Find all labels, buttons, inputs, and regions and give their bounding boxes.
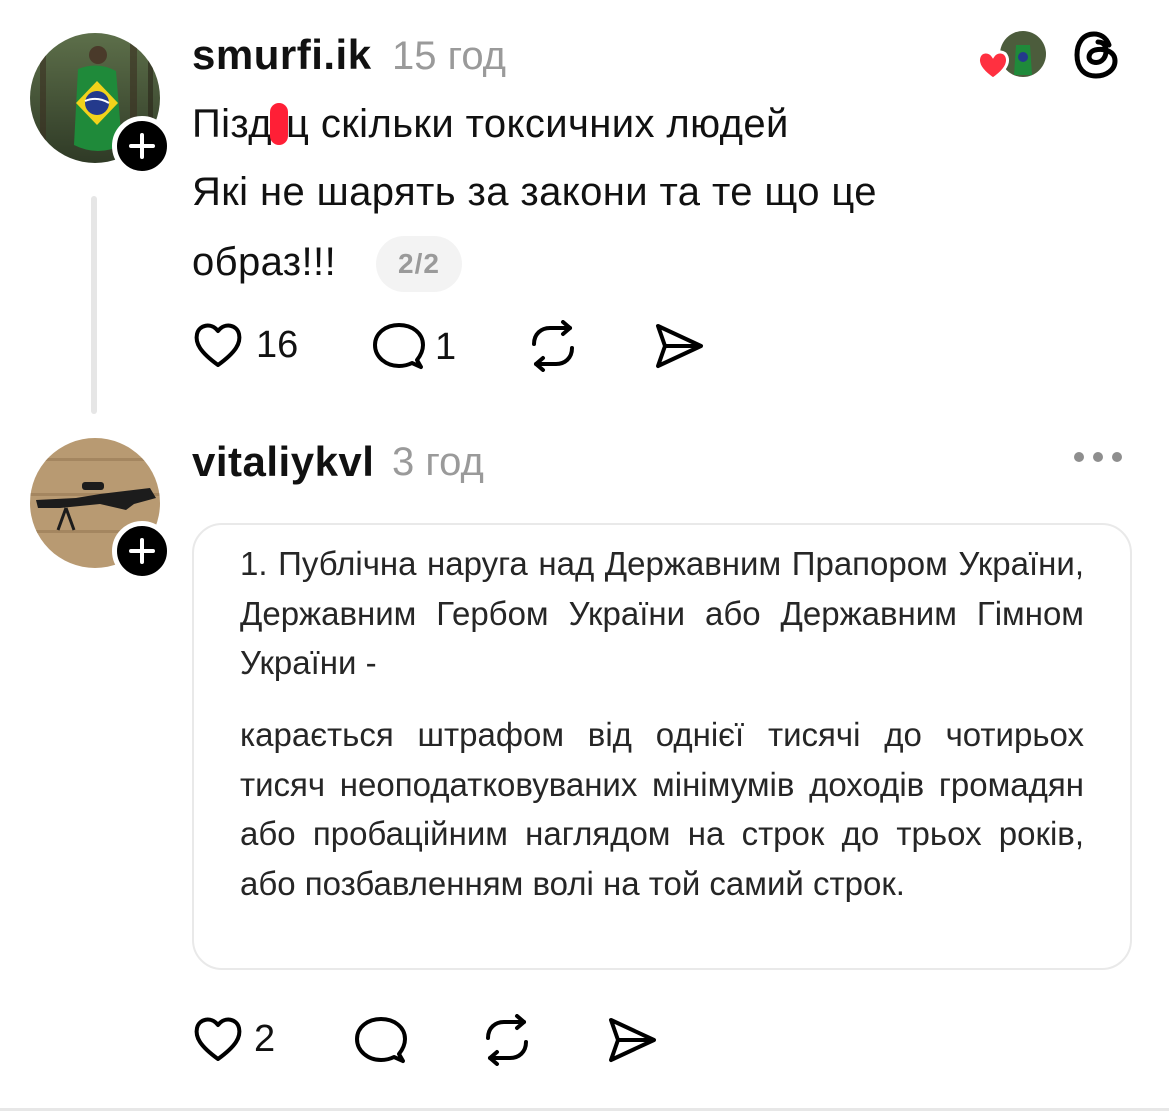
quoted-paragraph-2: карається штрафом від однієї тисячі до ч… [240,716,1084,902]
username[interactable]: smurfi.ik [192,31,372,79]
heart-icon [194,1017,242,1061]
more-icon[interactable] [1074,452,1122,462]
heart-badge-icon [975,48,1011,87]
repost-button[interactable] [526,320,580,372]
quoted-text-box: 1. Публічна наруга над Державним Прапоро… [192,523,1132,970]
heart-icon [194,323,242,367]
quoted-paragraph-1: 1. Публічна наруга над Державним Прапоро… [240,545,1084,681]
share-button[interactable] [653,322,705,370]
like-button[interactable]: 16 [192,320,298,370]
follow-plus-button[interactable] [112,116,172,176]
post-text-line-3: образ!!! [192,240,337,284]
comment-icon [355,1017,407,1063]
plus-icon [129,133,155,159]
repost-icon [486,1014,528,1066]
like-count: 16 [256,323,299,366]
thread-line [91,196,97,414]
post-time: 15 год [392,34,507,78]
reply-button[interactable]: 1 [371,322,456,372]
follow-plus-button[interactable] [112,521,172,581]
comment-icon [373,323,425,369]
like-count: 2 [254,1017,276,1060]
repost-icon [532,320,574,372]
repost-button[interactable] [480,1014,534,1066]
thread-pager: 2/2 [376,236,462,292]
threads-logo-icon[interactable] [1073,29,1121,86]
reply-count: 1 [435,325,457,368]
plus-icon [129,538,155,564]
post-text-line-1: Пізд ц скільки токсичних людей [192,102,789,146]
post-time: 3 год [392,440,484,484]
like-button[interactable]: 2 [192,1014,275,1064]
username[interactable]: vitaliykvl [192,438,374,486]
reply-button[interactable] [353,1016,407,1066]
share-icon [609,1018,656,1062]
post-text-line-2: Які не шарять за закони та те що це [192,170,877,214]
share-button[interactable] [606,1016,658,1064]
share-icon [656,324,703,368]
